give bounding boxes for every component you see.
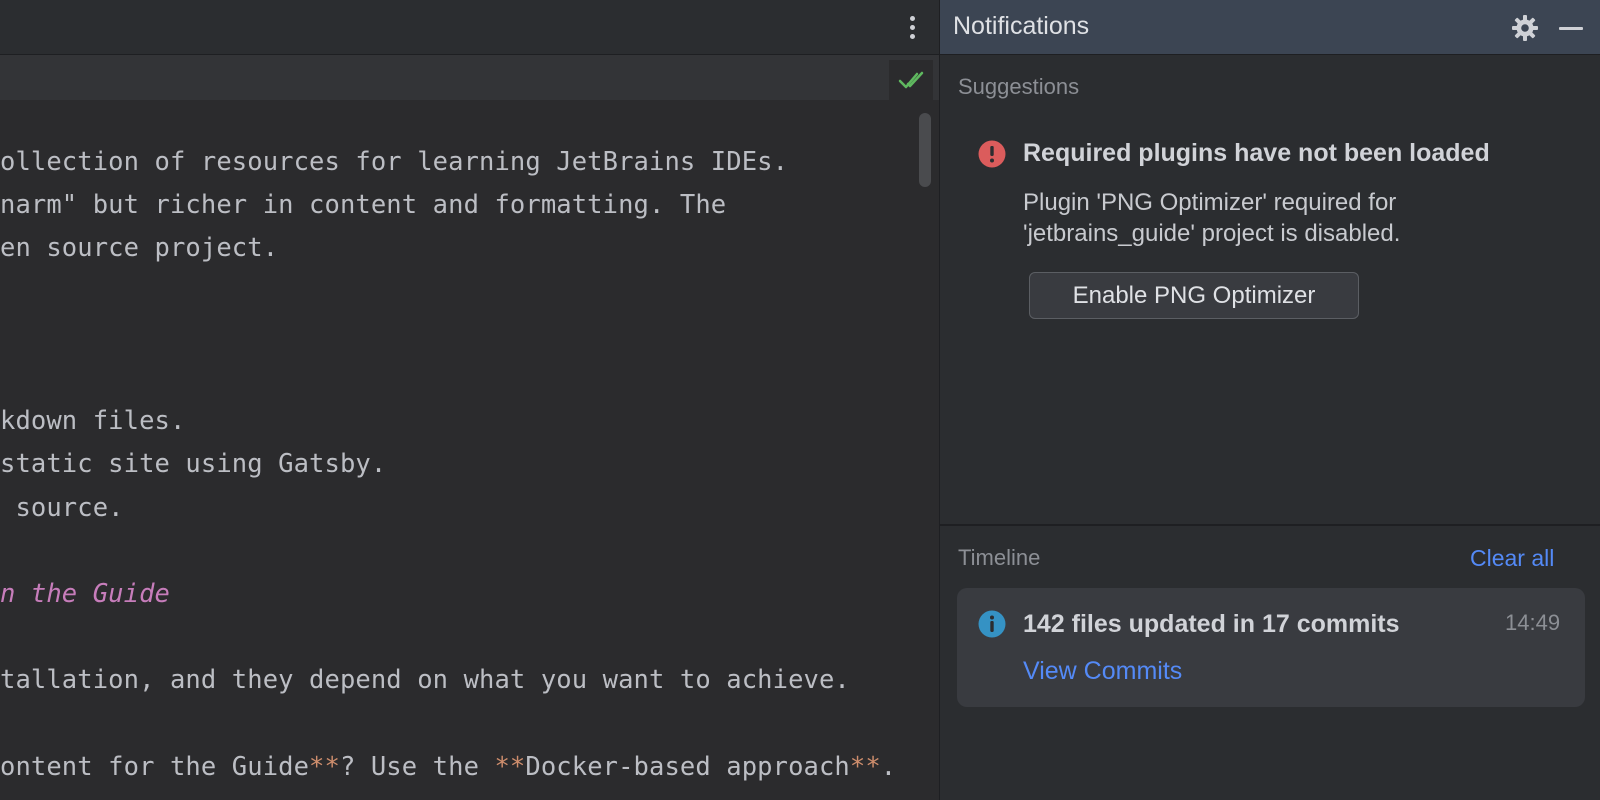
code-token: ** (849, 751, 881, 782)
notifications-header: Notifications (940, 0, 1600, 55)
editor-area: ollection of resources for learning JetB… (0, 0, 939, 800)
suggestion-title: Required plugins have not been loaded (1023, 139, 1490, 167)
code-token: kdown files. (0, 406, 186, 437)
code-line: kdown files. (0, 406, 185, 436)
suggestion-body-line: 'jetbrains_guide' project is disabled. (1023, 220, 1401, 247)
clear-all-link[interactable]: Clear all (1470, 545, 1554, 572)
timeline-notification[interactable]: 142 files updated in 17 commits 14:49 Vi… (957, 588, 1585, 707)
code-token: ** (309, 751, 340, 782)
code-token: n the Guide (0, 579, 170, 609)
info-icon (978, 610, 1006, 638)
code-token: Docker-based approach (525, 751, 850, 782)
code-token: ollection of resources for learning JetB… (0, 147, 789, 177)
code-token: narm" but richer in content and formatti… (0, 190, 727, 221)
no-problems-check-icon[interactable] (889, 60, 933, 100)
code-token: ontent for the Guide (0, 751, 310, 782)
more-options-icon[interactable] (900, 10, 924, 44)
code-token: . (880, 751, 897, 782)
timeline-label: Timeline (958, 545, 1041, 570)
section-divider (940, 524, 1600, 526)
editor-scrollbar[interactable] (919, 113, 931, 187)
code-line: source. (0, 493, 124, 523)
code-token: tallation, and they depend on what you w… (0, 665, 850, 696)
editor-toolbar (0, 55, 939, 100)
suggestions-label: Suggestions (958, 74, 1080, 99)
code-line: ontent for the Guide**? Use the **Docker… (0, 752, 896, 782)
code-line: ollection of resources for learning JetB… (0, 147, 788, 177)
gear-icon[interactable] (1511, 14, 1539, 42)
code-token: source. (0, 492, 124, 523)
timeline-item-title: 142 files updated in 17 commits (1023, 610, 1400, 638)
error-icon (978, 140, 1006, 168)
panel-title: Notifications (953, 12, 1090, 40)
code-line: en source project. (0, 233, 278, 263)
view-commits-link[interactable]: View Commits (1023, 657, 1182, 686)
editor-tab-bar (0, 0, 939, 55)
code-token: en source project. (0, 233, 279, 264)
suggestion-body: Plugin 'PNG Optimizer' required for 'jet… (1023, 187, 1563, 249)
timeline-item-time: 14:49 (1505, 610, 1561, 635)
code-line: static site using Gatsby. (0, 449, 386, 479)
suggestion-body-line: Plugin 'PNG Optimizer' required for (1023, 189, 1397, 216)
notifications-panel: Notifications Suggestions Required plugi… (939, 0, 1600, 800)
code-token: ** (494, 751, 526, 782)
code-line: tallation, and they depend on what you w… (0, 665, 850, 695)
code-editor[interactable]: ollection of resources for learning JetB… (0, 100, 915, 800)
code-line: n the Guide (0, 579, 170, 609)
minimize-icon[interactable] (1556, 14, 1586, 42)
enable-png-optimizer-button[interactable]: Enable PNG Optimizer (1029, 272, 1359, 319)
code-line: narm" but richer in content and formatti… (0, 190, 726, 220)
code-token: ? Use the (339, 751, 495, 782)
code-token: static site using Gatsby. (0, 449, 387, 480)
